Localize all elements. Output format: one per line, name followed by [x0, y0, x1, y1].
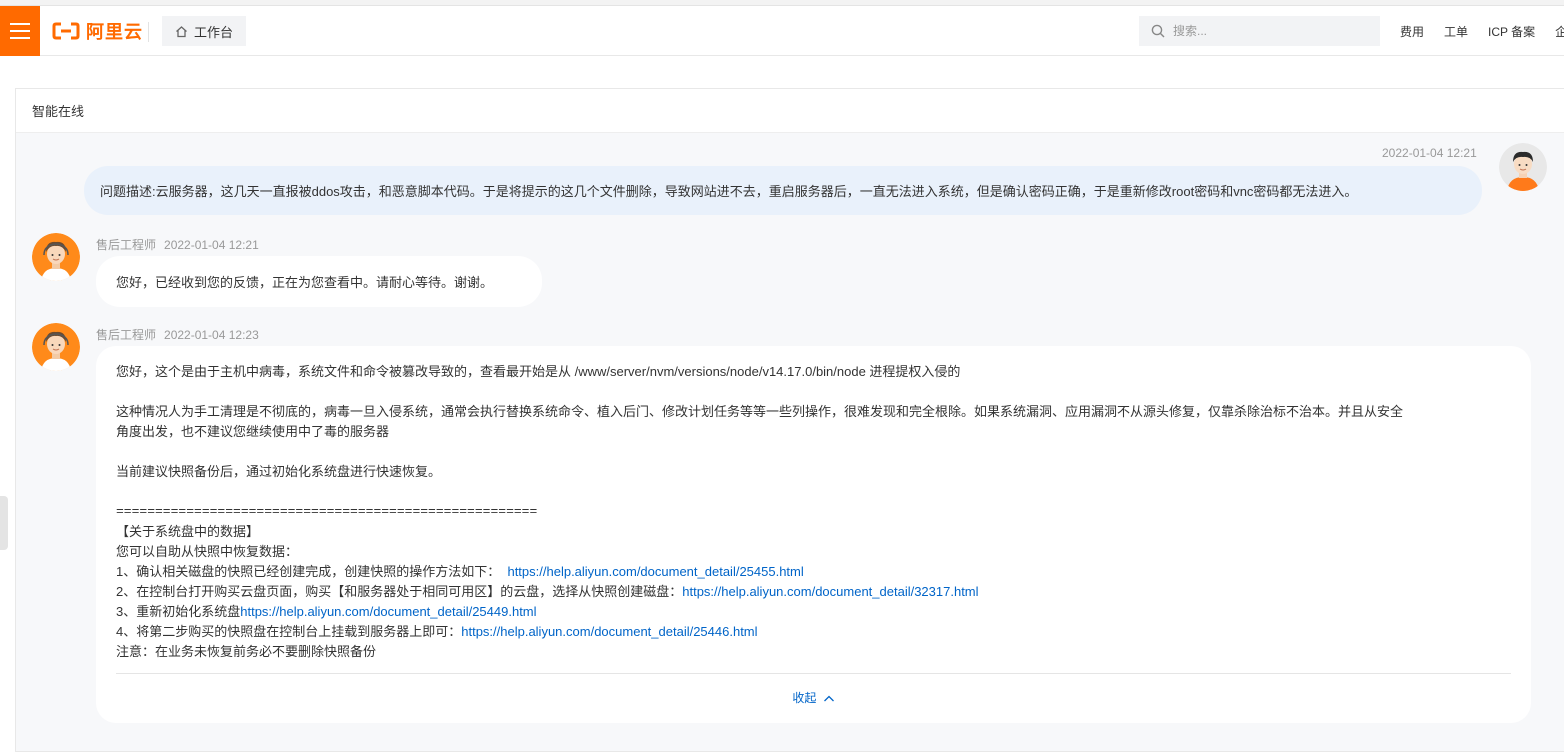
message-time: 2022-01-04 12:21	[164, 238, 259, 252]
panel-title: 智能在线	[32, 104, 85, 119]
aliyun-logo[interactable]: 阿里云	[52, 19, 143, 43]
user-message-bubble: 问题描述:云服务器，这几天一直报被ddos攻击，和恶意脚本代码。于是将提示的这几…	[84, 166, 1482, 215]
nav-link-icp[interactable]: ICP 备案	[1488, 23, 1535, 40]
engineer-avatar	[32, 233, 80, 281]
note-text: 注意：在业务未恢复前务必不要删除快照备份	[116, 644, 377, 659]
step-text: 3、重新初始化系统盘	[116, 604, 241, 619]
message-time: 2022-01-04 12:21	[1382, 146, 1477, 160]
section-title: 【关于系统盘中的数据】	[116, 524, 260, 539]
sender-name: 售后工程师	[96, 328, 157, 342]
step-item: 1、确认相关磁盘的快照已经创建完成，创建快照的操作方法如下： https://h…	[116, 562, 1511, 582]
workbench-label: 工作台	[194, 24, 234, 40]
help-link[interactable]: https://help.aliyun.com/document_detail/…	[507, 564, 803, 579]
nav-link-tickets[interactable]: 工单	[1444, 23, 1468, 40]
message-time: 2022-01-04 12:23	[164, 328, 259, 342]
reply-paragraph: 角度出发，也不建议您继续使用中了毒的服务器	[116, 424, 390, 439]
engineer-message-text: 您好，已经收到您的反馈，正在为您查看中。请耐心等待。谢谢。	[116, 275, 494, 290]
help-link[interactable]: https://help.aliyun.com/document_detail/…	[240, 604, 536, 619]
collapse-label: 收起	[792, 691, 817, 705]
top-navigation-bar: 阿里云 工作台 费用 工单 ICP 备案 企	[0, 6, 1564, 56]
step-item: 2、在控制台打开购买云盘页面，购买【和服务器处于相同可用区】的云盘，选择从快照创…	[116, 582, 1511, 602]
top-nav-links: 费用 工单 ICP 备案 企	[1400, 6, 1564, 56]
chevron-up-icon	[823, 695, 834, 702]
nav-link-enterprise[interactable]: 企	[1555, 23, 1564, 40]
step-text: 2、在控制台打开购买云盘页面，购买【和服务器处于相同可用区】的云盘，选择从快照创…	[116, 584, 683, 599]
engineer-message-bubble: 您好，已经收到您的反馈，正在为您查看中。请耐心等待。谢谢。	[96, 256, 542, 307]
nav-link-billing[interactable]: 费用	[1400, 23, 1424, 40]
engineer-message-bubble-long: 您好，这个是由于主机中病毒，系统文件和命令被篡改导致的，查看最开始是从 /www…	[96, 346, 1531, 723]
search-box[interactable]	[1139, 16, 1380, 46]
step-item: 4、将第二步购买的快照盘在控制台上挂载到服务器上即可：https://help.…	[116, 622, 1511, 642]
step-text: 1、确认相关磁盘的快照已经创建完成，创建快照的操作方法如下：	[116, 564, 508, 579]
engineer-avatar	[32, 323, 80, 371]
user-avatar	[1499, 143, 1547, 191]
workbench-button[interactable]: 工作台	[162, 16, 247, 46]
sender-name: 售后工程师	[96, 238, 157, 252]
divider	[148, 22, 149, 42]
collapse-button[interactable]: 收起	[96, 688, 1531, 708]
message-meta: 售后工程师 2022-01-04 12:23	[96, 326, 259, 343]
search-icon	[1151, 24, 1165, 38]
message-meta: 售后工程师 2022-01-04 12:21	[96, 236, 259, 253]
reply-paragraph: 您可以自助从快照中恢复数据：	[116, 544, 299, 559]
step-item: 3、重新初始化系统盘https://help.aliyun.com/docume…	[116, 602, 1511, 622]
reply-paragraph: 这种情况人为手工清理是不彻底的，病毒一旦入侵系统，通常会执行替换系统命令、植入后…	[116, 404, 1404, 419]
reply-paragraph: 当前建议快照备份后，通过初始化系统盘进行快速恢复。	[116, 464, 442, 479]
step-text: 4、将第二步购买的快照盘在控制台上挂载到服务器上即可：	[116, 624, 462, 639]
side-collapse-handle[interactable]	[0, 496, 8, 550]
logo-text: 阿里云	[86, 22, 143, 42]
divider	[116, 673, 1511, 674]
search-input[interactable]	[1173, 24, 1363, 38]
separator-line: ========================================…	[116, 504, 538, 519]
panel-header: 智能在线	[16, 89, 1564, 133]
aliyun-logo-icon	[52, 22, 80, 40]
reply-paragraph: 您好，这个是由于主机中病毒，系统文件和命令被篡改导致的，查看最开始是从 /www…	[116, 364, 961, 379]
help-link[interactable]: https://help.aliyun.com/document_detail/…	[682, 584, 978, 599]
help-link[interactable]: https://help.aliyun.com/document_detail/…	[461, 624, 757, 639]
menu-icon[interactable]	[0, 6, 40, 56]
home-icon	[176, 25, 187, 37]
user-message-text: 问题描述:云服务器，这几天一直报被ddos攻击，和恶意脚本代码。于是将提示的这几…	[100, 184, 1358, 199]
